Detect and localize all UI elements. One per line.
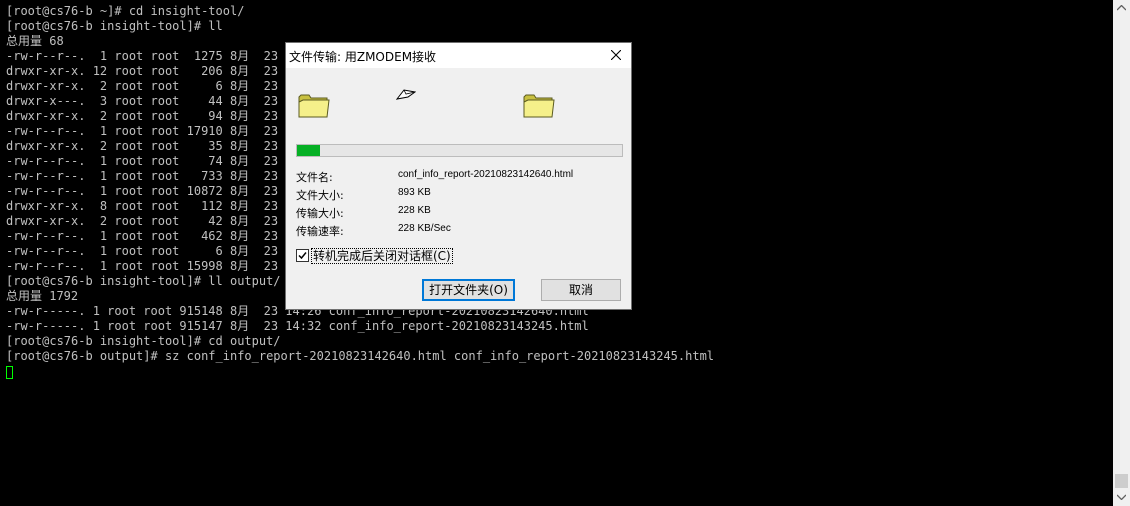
terminal-line: 总用量 68 <box>6 34 64 48</box>
terminal-line: [root@cs76-b output]# sz conf_info_repor… <box>6 349 715 363</box>
flying-paper-icon <box>396 89 416 100</box>
close-on-complete-label[interactable]: 转机完成后关闭对话框(C) <box>311 248 453 264</box>
terminal-line: drwxr-xr-x. 12 root root 206 8月 23 1 <box>6 64 293 78</box>
terminal-cursor <box>6 366 13 379</box>
scroll-down-button[interactable] <box>1113 489 1130 506</box>
transferred-label: 传输大小: <box>296 207 344 220</box>
terminal-line: drwxr-xr-x. 2 root root 35 8月 23 1 <box>6 139 293 153</box>
scroll-up-button[interactable] <box>1113 0 1130 17</box>
dialog-title: 文件传输: 用ZMODEM接收 <box>289 50 437 64</box>
source-folder-icon <box>298 94 330 118</box>
terminal-line: 总用量 1792 <box>6 289 79 303</box>
terminal-line: -rw-r--r--. 1 root root 462 8月 23 1 <box>6 229 293 243</box>
checkmark-icon <box>298 252 307 260</box>
terminal-line: drwxr-xr-x. 2 root root 6 8月 23 1 <box>6 79 293 93</box>
terminal-line: drwxr-xr-x. 2 root root 42 8月 23 1 <box>6 214 293 228</box>
filesize-label: 文件大小: <box>296 189 344 202</box>
transferred-value: 228 KB <box>398 205 431 216</box>
zmodem-transfer-dialog: 文件传输: 用ZMODEM接收 文件名: conf_info_report-20… <box>285 42 632 310</box>
close-icon <box>611 50 621 60</box>
chevron-down-icon <box>1117 494 1126 500</box>
destination-folder-icon <box>523 94 555 118</box>
terminal-line: -rw-r-----. 1 root root 915147 8月 23 14:… <box>6 319 589 333</box>
terminal-line: -rw-r--r--. 1 root root 17910 8月 23 1 <box>6 124 293 138</box>
terminal-line: -rw-r--r--. 1 root root 74 8月 23 1 <box>6 154 293 168</box>
scrollbar-thumb[interactable] <box>1115 474 1128 488</box>
filesize-value: 893 KB <box>398 187 431 198</box>
open-folder-button[interactable]: 打开文件夹(O) <box>422 279 515 301</box>
terminal-line: -rw-r--r--. 1 root root 1275 8月 23 1 <box>6 49 293 63</box>
chevron-up-icon <box>1117 5 1126 11</box>
terminal-line: -rw-r--r--. 1 root root 733 8月 23 1 <box>6 169 293 183</box>
dialog-titlebar[interactable]: 文件传输: 用ZMODEM接收 <box>286 43 631 68</box>
terminal-line: [root@cs76-b insight-tool]# cd output/ <box>6 334 281 348</box>
terminal-line: [root@cs76-b insight-tool]# ll <box>6 19 223 33</box>
terminal-line: drwxr-xr-x. 8 root root 112 8月 23 1 <box>6 199 293 213</box>
terminal-line: -rw-r--r--. 1 root root 15998 8月 23 1 <box>6 259 293 273</box>
terminal-line: -rw-r--r--. 1 root root 6 8月 23 1 <box>6 244 293 258</box>
close-button[interactable] <box>601 43 631 68</box>
filename-label: 文件名: <box>296 171 333 184</box>
close-on-complete-checkbox[interactable] <box>296 249 309 262</box>
rate-value: 228 KB/Sec <box>398 223 451 234</box>
terminal-line: [root@cs76-b ~]# cd insight-tool/ <box>6 4 245 18</box>
transfer-progress-fill <box>297 145 320 156</box>
terminal-line: drwxr-xr-x. 2 root root 94 8月 23 1 <box>6 109 293 123</box>
filename-value: conf_info_report-20210823142640.html <box>398 169 574 180</box>
terminal-line: [root@cs76-b insight-tool]# ll output/ <box>6 274 281 288</box>
rate-label: 传输速率: <box>296 225 344 238</box>
terminal-line: drwxr-x---. 3 root root 44 8月 23 1 <box>6 94 293 108</box>
cancel-button[interactable]: 取消 <box>541 279 621 301</box>
transfer-progress-bar <box>296 144 623 157</box>
terminal-line: -rw-r--r--. 1 root root 10872 8月 23 1 <box>6 184 293 198</box>
vertical-scrollbar[interactable] <box>1113 0 1130 506</box>
